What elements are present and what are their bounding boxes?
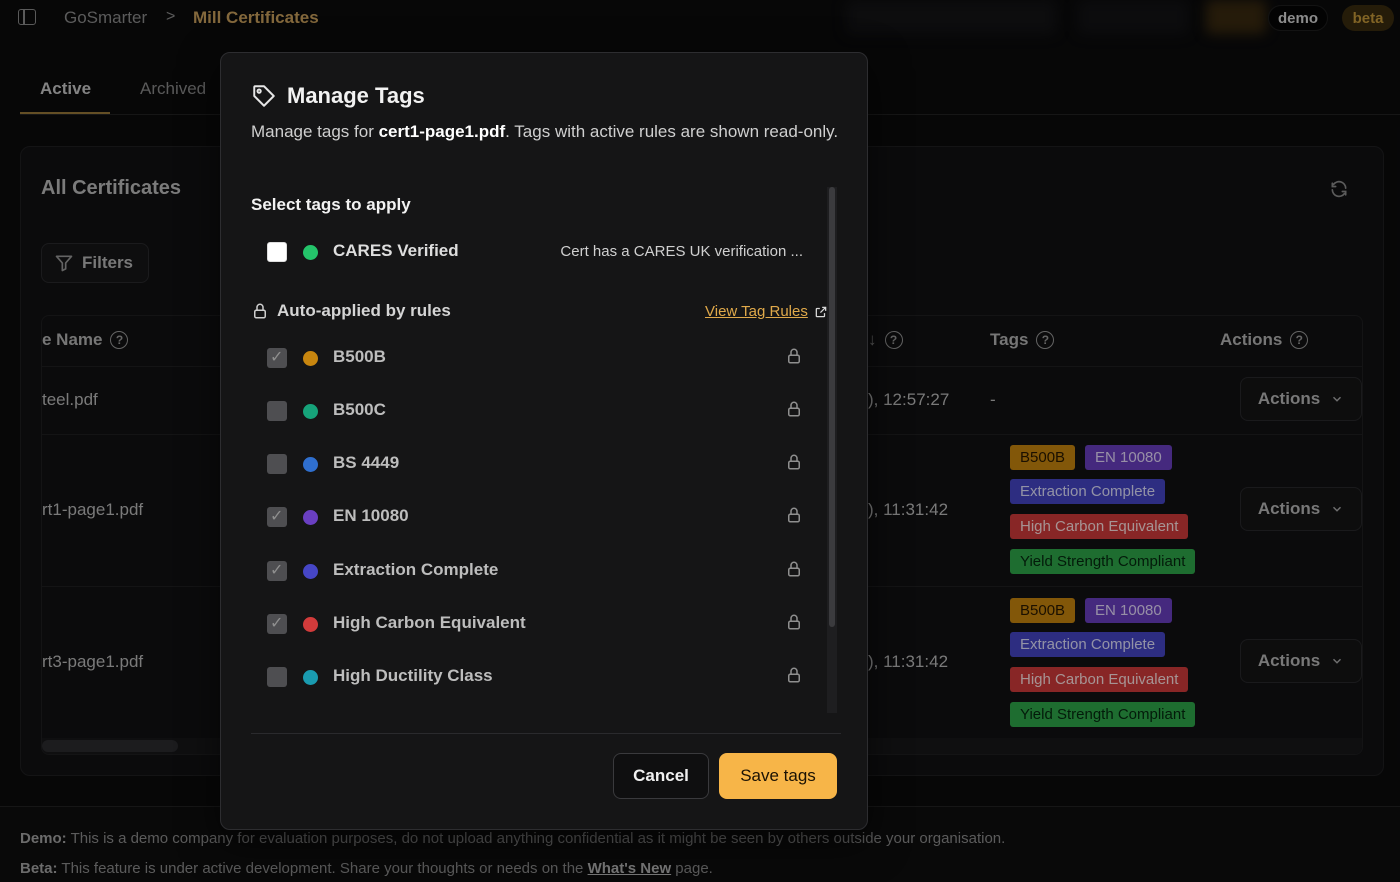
- tag-name: Extraction Complete: [333, 560, 499, 579]
- tag-color-dot: [303, 245, 318, 260]
- tag-name: B500C: [333, 400, 386, 419]
- dialog-description: Manage tags for cert1-page1.pdf. Tags wi…: [251, 119, 841, 145]
- tag-checkbox-locked: [267, 560, 287, 581]
- tag-option-extraction-complete: Extraction Complete: [251, 546, 811, 596]
- tag-color-dot: [303, 510, 318, 525]
- scrollbar-thumb[interactable]: [829, 187, 835, 627]
- tag-option-high-ductility: High Ductility Class: [251, 652, 811, 702]
- tag-option-b500b: B500B: [251, 333, 811, 383]
- tag-name: EN 10080: [333, 506, 409, 525]
- tag-name: High Ductility Class: [333, 666, 493, 685]
- cancel-button[interactable]: Cancel: [613, 753, 709, 799]
- tag-color-dot: [303, 670, 318, 685]
- save-tags-button[interactable]: Save tags: [719, 753, 837, 799]
- view-tag-rules-label: View Tag Rules: [705, 303, 808, 320]
- lock-icon: [788, 614, 800, 630]
- lock-icon: [788, 561, 800, 577]
- tag-name: High Carbon Equivalent: [333, 613, 526, 632]
- tag-color-dot: [303, 457, 318, 472]
- description-suffix: . Tags with active rules are shown read-…: [505, 122, 839, 141]
- tag-color-dot: [303, 617, 318, 632]
- tag-option-b500c: B500C: [251, 386, 811, 436]
- tag-option-en10080: EN 10080: [251, 492, 811, 542]
- tag-option-high-carbon: High Carbon Equivalent: [251, 599, 811, 649]
- manage-tags-dialog: Manage Tags Manage tags for cert1-page1.…: [220, 52, 868, 830]
- tag-checkbox-locked: [267, 454, 287, 474]
- dialog-header: Manage Tags: [251, 83, 425, 109]
- description-filename: cert1-page1.pdf: [378, 122, 506, 141]
- dialog-title: Manage Tags: [287, 83, 425, 108]
- lock-icon: [788, 348, 800, 364]
- tag-color-dot: [303, 351, 318, 366]
- tag-option-bs4449: BS 4449: [251, 439, 811, 489]
- tag-color-dot: [303, 564, 318, 579]
- tag-checkbox-locked: [267, 613, 287, 634]
- lock-icon: [788, 401, 800, 417]
- tag-color-dot: [303, 404, 318, 419]
- lock-icon: [788, 454, 800, 470]
- tag-icon: [253, 85, 275, 107]
- tag-checkbox-locked: [267, 506, 287, 527]
- tag-name: B500B: [333, 347, 386, 366]
- external-link-icon: [815, 306, 827, 317]
- lock-icon: [788, 667, 800, 683]
- tag-name: CARES Verified: [333, 241, 459, 260]
- tag-option-cares-verified[interactable]: CARES Verified Cert has a CARES UK verif…: [251, 227, 811, 277]
- lock-icon: [254, 303, 266, 319]
- tag-name: BS 4449: [333, 453, 400, 472]
- lock-icon: [788, 507, 800, 523]
- select-tags-heading: Select tags to apply: [251, 195, 411, 214]
- auto-applied-heading: Auto-applied by rules: [251, 301, 451, 321]
- tag-checkbox-locked: [267, 667, 287, 687]
- dialog-divider: [251, 733, 841, 734]
- auto-applied-label: Auto-applied by rules: [277, 301, 451, 320]
- view-tag-rules-link[interactable]: View Tag Rules: [705, 303, 828, 320]
- tag-checkbox-locked: [267, 401, 287, 421]
- tag-checkbox[interactable]: [267, 242, 287, 262]
- tag-description: Cert has a CARES UK verification ...: [560, 243, 803, 260]
- tag-checkbox-locked: [267, 347, 287, 368]
- description-prefix: Manage tags for: [251, 122, 379, 141]
- dialog-scrollbar[interactable]: [827, 187, 837, 713]
